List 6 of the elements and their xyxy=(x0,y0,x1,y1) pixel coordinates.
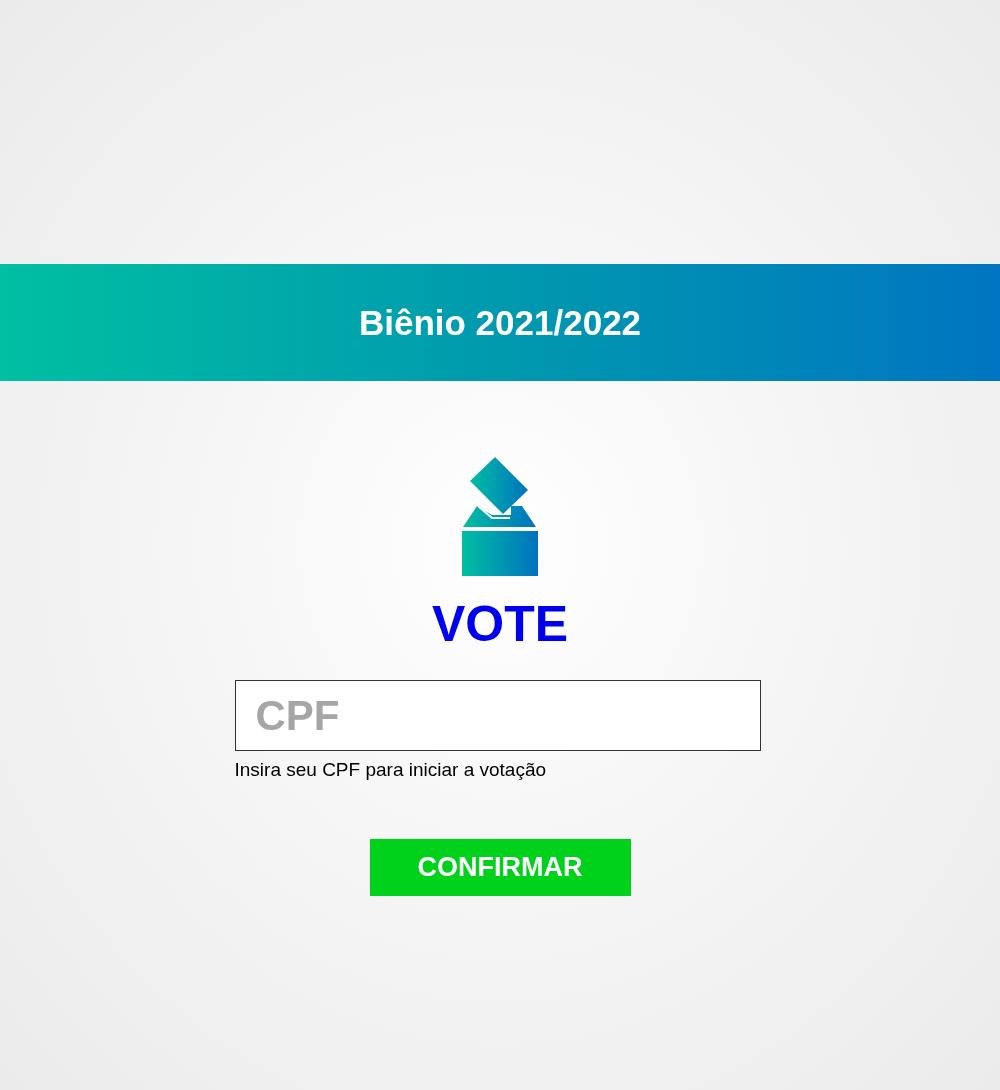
confirm-button[interactable]: CONFIRMAR xyxy=(369,839,631,896)
ballot-box-icon xyxy=(462,457,538,576)
vote-heading: VOTE xyxy=(431,595,569,654)
cpf-input-field[interactable]: CPF xyxy=(234,680,761,751)
cpf-hint: Insira seu CPF para iniciar a votação xyxy=(234,759,548,781)
banner-title: Biênio 2021/2022 xyxy=(358,302,642,343)
